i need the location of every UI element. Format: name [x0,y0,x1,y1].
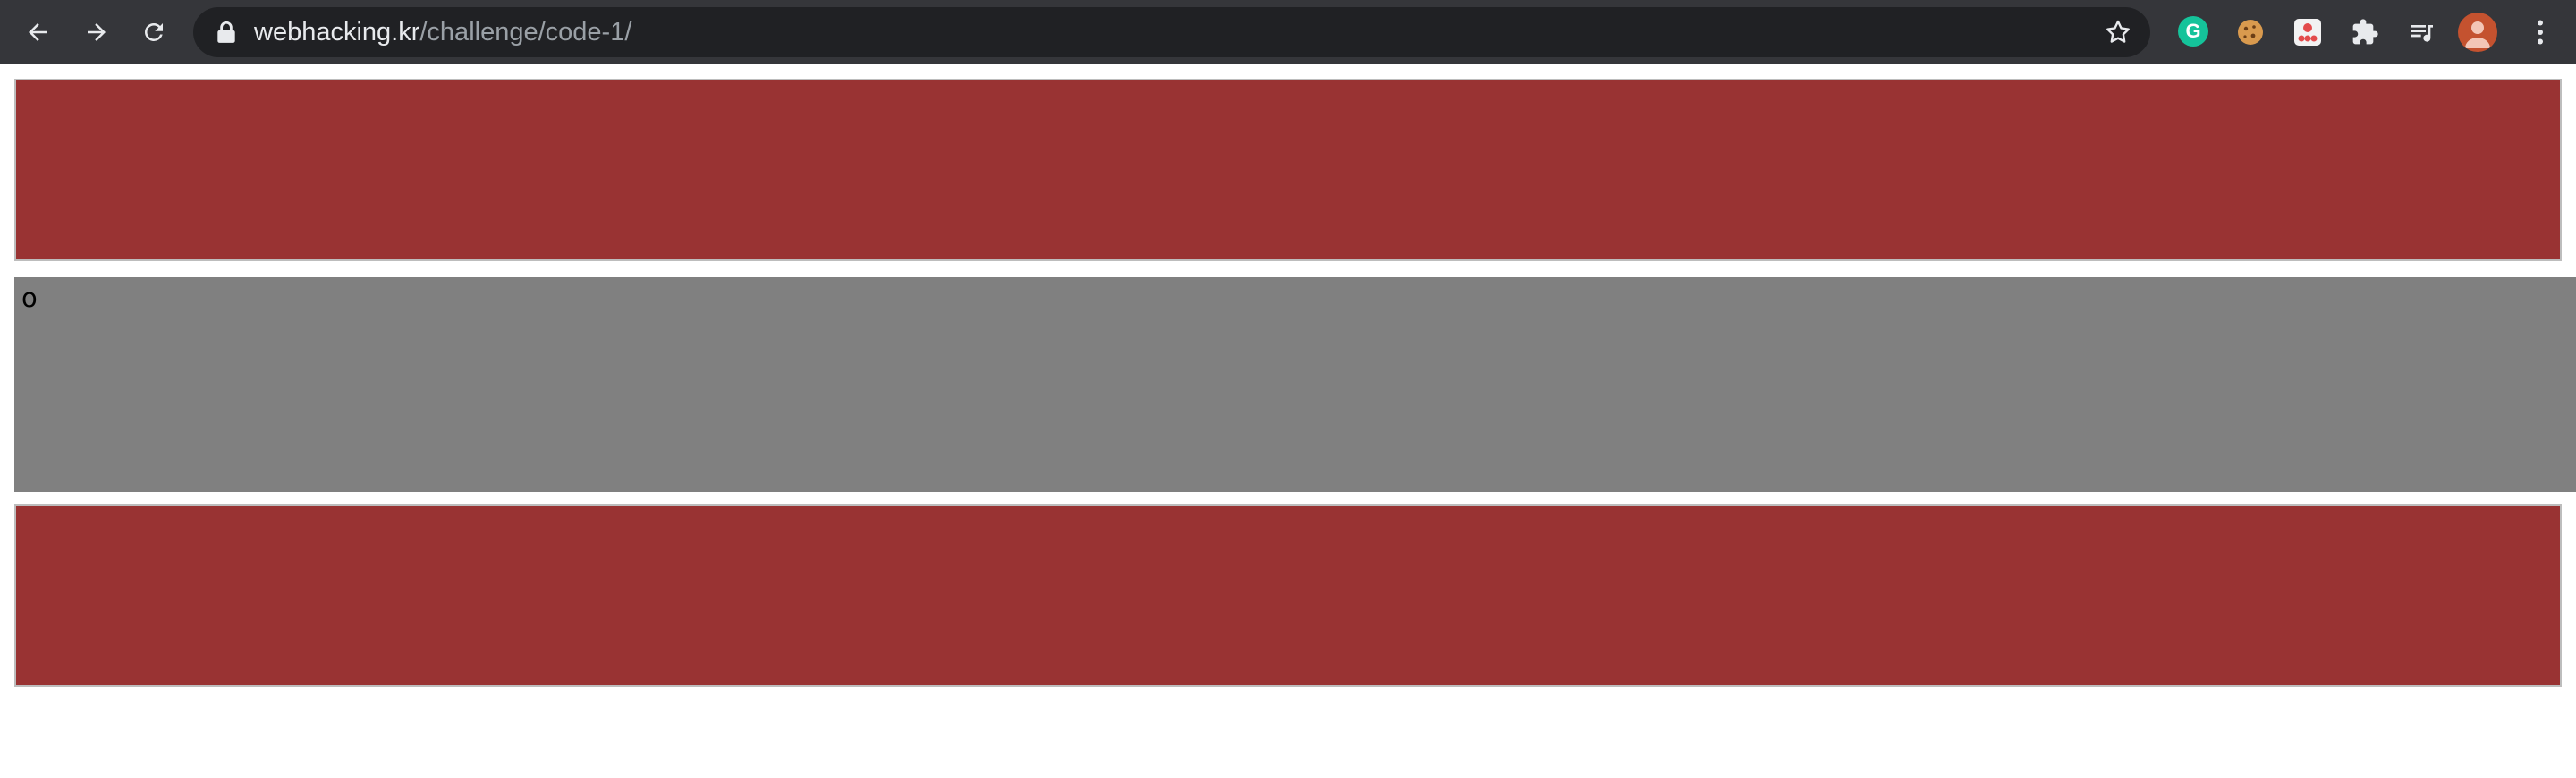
page-content: o [0,64,2576,778]
more-vertical-icon[interactable] [2524,14,2556,50]
star-icon[interactable] [2104,18,2132,47]
puzzle-icon [2352,19,2378,45]
reload-button[interactable] [134,13,174,52]
url-text: webhacking.kr/challenge/code-1/ [254,18,631,47]
address-bar[interactable]: webhacking.kr/challenge/code-1/ [193,7,2150,57]
middle-frame-text: o [21,283,38,313]
forward-button[interactable] [77,13,116,52]
media-button[interactable] [2406,16,2438,48]
bottom-red-frame [14,504,2562,687]
red-extension-icon [2294,19,2321,46]
url-host: webhacking.kr [254,18,420,47]
reload-icon [145,23,163,41]
middle-gray-frame: o [14,277,2576,492]
avatar-icon[interactable] [2458,13,2497,52]
red-extension-button[interactable] [2292,16,2324,48]
arrow-left-icon [29,23,47,41]
arrow-right-icon [88,23,106,41]
grammarly-icon[interactable]: G [2178,16,2208,47]
playlist-icon [2411,25,2433,42]
url-path: /challenge/code-1/ [419,18,632,47]
cookie-icon [2238,20,2263,45]
back-button[interactable] [18,13,57,52]
grammarly-letter: G [2185,20,2201,42]
extensions-button[interactable] [2349,16,2381,48]
profile-avatar-graphic [2465,21,2490,48]
browser-toolbar: webhacking.kr/challenge/code-1/ G [0,0,2576,65]
cookie-extension-button[interactable] [2234,16,2267,48]
top-red-frame [14,79,2562,261]
lock-icon [217,21,235,43]
